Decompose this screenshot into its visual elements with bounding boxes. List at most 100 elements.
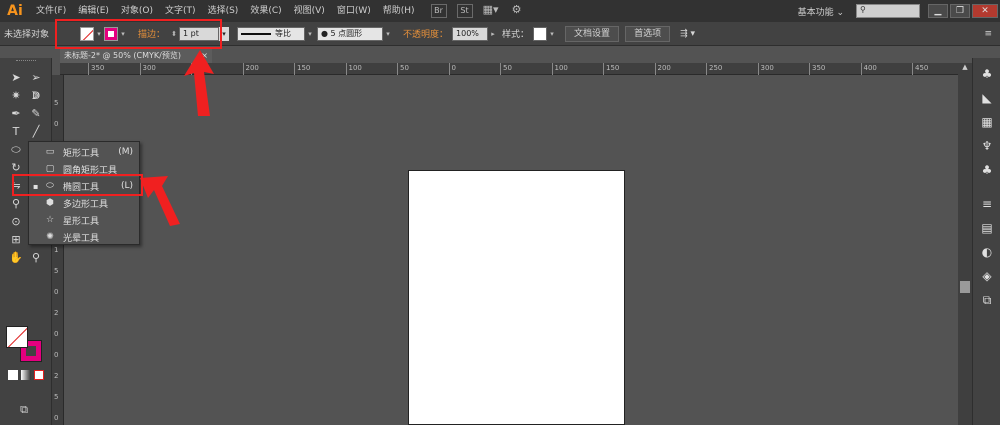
active-marker-icon: ▪	[33, 181, 39, 191]
pen-tool-icon[interactable]: ✒	[8, 106, 24, 122]
menu-window[interactable]: 窗口(W)	[331, 0, 377, 22]
zoom-tool-icon[interactable]: ⚲	[28, 250, 44, 266]
opacity-expand-icon[interactable]: ▸	[488, 30, 498, 38]
rounded-rectangle-icon: ▢	[45, 164, 55, 174]
line-tool-icon[interactable]: ╱	[28, 124, 44, 140]
horizontal-ruler[interactable]: 350 300 250 200 150 100 50 0 50 100 150 200 250 300 35…	[60, 63, 980, 75]
vertical-scrollbar[interactable]: ▲	[958, 63, 972, 425]
flyout-item-shortcut: (M)	[118, 147, 133, 157]
screen-mode-icon[interactable]: ⧉	[16, 402, 32, 418]
menu-select[interactable]: 选择(S)	[202, 0, 245, 22]
close-tab-icon[interactable]: ×	[201, 49, 208, 63]
menu-edit[interactable]: 编辑(E)	[72, 0, 115, 22]
flyout-item-label: 矩形工具	[63, 148, 100, 159]
flyout-item[interactable]: ▢ 圆角矩形工具	[29, 160, 139, 178]
gradient-panel-icon[interactable]: ▤	[979, 220, 995, 236]
menu-type[interactable]: 文字(T)	[159, 0, 202, 22]
control-bar: 未选择对象 ▾ ▾ 描边： ⬍ 1 pt ▾ 等比 ▾ ● 5 点圆形 ▾ 不透…	[0, 22, 1000, 46]
symbol-sprayer-tool-icon[interactable]: ⊙	[8, 214, 24, 230]
style-label: 样式：	[502, 30, 530, 40]
stroke-weight-dropdown-icon[interactable]: ▾	[219, 26, 230, 41]
menu-file[interactable]: 文件(F)	[30, 0, 72, 22]
flyout-item[interactable]: ▪ ⬭ 椭圆工具 (L)	[29, 177, 139, 195]
minimize-icon[interactable]: ▁	[928, 4, 948, 18]
swatches-panel-icon[interactable]: ▦	[979, 114, 995, 130]
ruler-h-label: 250	[706, 63, 722, 75]
flyout-item[interactable]: ✺ 光晕工具	[29, 228, 139, 246]
stroke-weight-field[interactable]: 1 pt	[179, 26, 220, 41]
stroke-dropdown-icon[interactable]: ▾	[118, 30, 128, 38]
ruler-v-label: 2	[54, 372, 59, 380]
artboards-panel-icon[interactable]: ⧉	[979, 292, 995, 308]
scrollbar-thumb[interactable]	[960, 281, 970, 293]
selection-tool-icon[interactable]: ➤	[8, 70, 24, 86]
style-dropdown-icon[interactable]: ▾	[547, 30, 557, 38]
color-mode-icon[interactable]	[8, 370, 18, 380]
brush-dropdown-icon[interactable]: ▾	[383, 30, 393, 38]
fill-dropdown-icon[interactable]: ▾	[94, 30, 104, 38]
eyedropper-tool-icon[interactable]: ⚲	[8, 196, 24, 212]
brush-label: 5 点圆形	[330, 28, 363, 38]
flyout-item[interactable]: ⬢ 多边形工具	[29, 194, 139, 212]
color-panel-icon[interactable]: ♣	[979, 66, 995, 82]
preferences-button[interactable]: 首选项	[625, 25, 671, 42]
profile-dropdown-icon[interactable]: ▾	[305, 30, 315, 38]
menu-help[interactable]: 帮助(H)	[377, 0, 421, 22]
workspace-switcher[interactable]: 基本功能 ⌄	[798, 5, 844, 18]
panel-menu-icon[interactable]: ≡	[980, 29, 996, 39]
stroke-swatch[interactable]	[104, 26, 118, 41]
curvature-tool-icon[interactable]: ✎	[28, 106, 44, 122]
ruler-h-label: 450	[912, 63, 928, 75]
style-swatch[interactable]	[533, 26, 548, 41]
menu-object[interactable]: 对象(O)	[115, 0, 159, 22]
hand-tool-icon[interactable]: ✋	[8, 250, 24, 266]
menu-effect[interactable]: 效果(C)	[244, 0, 287, 22]
scroll-up-icon[interactable]: ▲	[958, 63, 972, 71]
none-mode-icon[interactable]	[34, 370, 44, 380]
flyout-item[interactable]: ☆ 星形工具	[29, 211, 139, 229]
menu-view[interactable]: 视图(V)	[288, 0, 331, 22]
layers-panel-icon[interactable]: ◈	[979, 268, 995, 284]
search-input[interactable]: ⚲	[856, 4, 920, 18]
fill-color-swatch[interactable]	[6, 326, 28, 348]
direct-selection-tool-icon[interactable]: ➢	[28, 70, 44, 86]
flyout-item[interactable]: ▭ 矩形工具 (M)	[29, 143, 139, 161]
stroke-stepper-icon[interactable]: ⬍	[169, 30, 179, 38]
fill-stroke-indicator[interactable]	[6, 326, 44, 364]
document-tab[interactable]: 未标题-2* @ 50% (CMYK/预览) ×	[60, 49, 212, 63]
ruler-h-label: 150	[603, 63, 619, 75]
stroke-label[interactable]: 描边：	[134, 27, 169, 40]
color-mode-buttons[interactable]	[8, 370, 44, 380]
fill-swatch[interactable]	[80, 26, 94, 41]
magic-wand-tool-icon[interactable]: ✷	[8, 88, 24, 104]
brush-definition[interactable]: ● 5 点圆形	[317, 26, 384, 41]
artboard-tool-icon[interactable]: ⊞	[8, 232, 24, 248]
type-tool-icon[interactable]: T	[8, 124, 24, 140]
ellipse-tool-icon[interactable]: ⬭	[8, 142, 24, 158]
artboard[interactable]	[408, 170, 625, 425]
symbols-panel-icon[interactable]: ♣	[979, 162, 995, 178]
arrange-documents-icon[interactable]: ▦▾	[483, 4, 499, 18]
width-tool-icon[interactable]: ⇋	[8, 178, 24, 194]
stock-icon[interactable]: St	[456, 4, 473, 18]
lasso-tool-icon[interactable]: ↇ	[28, 88, 44, 104]
stroke-panel-icon[interactable]: ≡	[979, 196, 995, 212]
transparency-panel-icon[interactable]: ◐	[979, 244, 995, 260]
bridge-icon[interactable]: Br	[430, 4, 447, 18]
ruler-h-label: 200	[242, 63, 259, 75]
ruler-v-label: 1	[54, 246, 59, 254]
rotate-tool-icon[interactable]: ↻	[8, 160, 24, 176]
opacity-label[interactable]: 不透明度：	[399, 27, 452, 40]
close-icon[interactable]: ✕	[972, 4, 998, 18]
color-guide-panel-icon[interactable]: ◣	[979, 90, 995, 106]
arrange-icon[interactable]: ⇶ ▾	[676, 29, 699, 39]
gpu-icon[interactable]: ⚙	[509, 4, 525, 18]
brushes-panel-icon[interactable]: ♆	[979, 138, 995, 154]
restore-icon[interactable]: ❐	[950, 4, 970, 18]
variable-width-profile[interactable]: 等比	[237, 26, 306, 41]
vertical-ruler[interactable]: 5050100150200250	[52, 75, 64, 425]
document-setup-button[interactable]: 文档设置	[565, 25, 620, 42]
opacity-field[interactable]: 100%	[452, 26, 489, 41]
gradient-mode-icon[interactable]	[21, 370, 31, 380]
panel-grip[interactable]	[16, 60, 36, 62]
